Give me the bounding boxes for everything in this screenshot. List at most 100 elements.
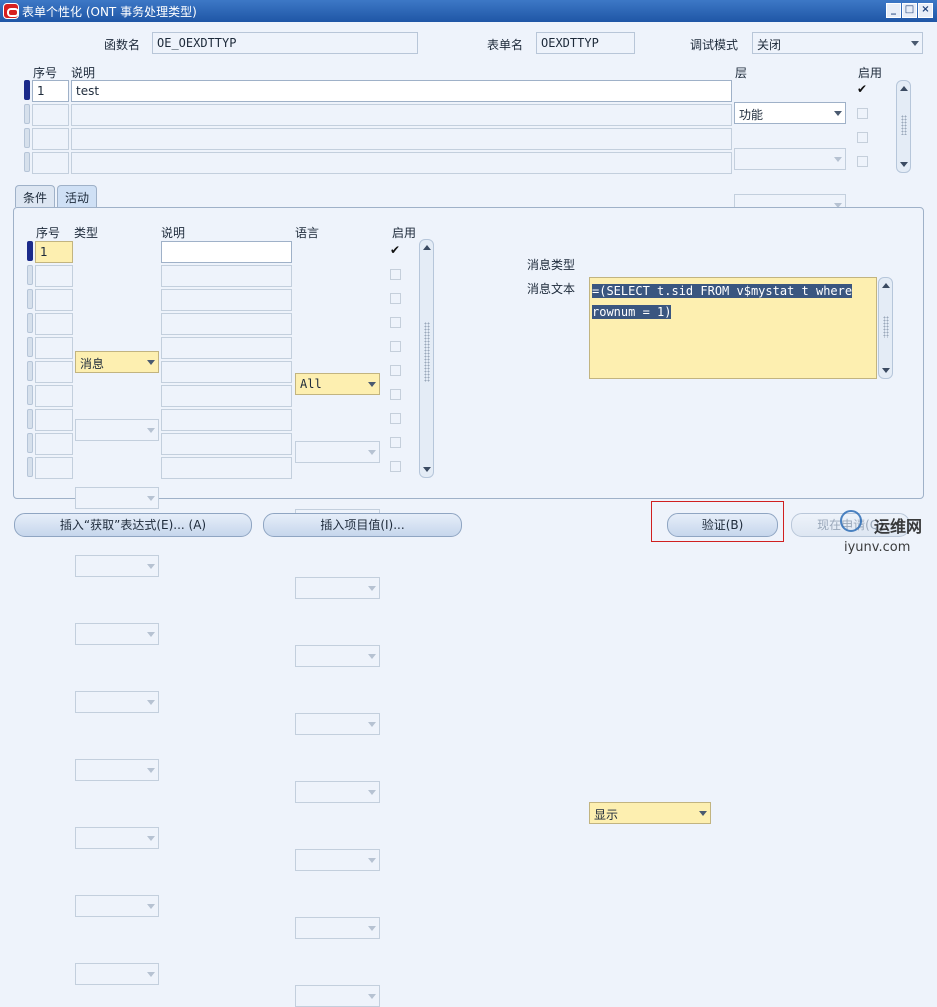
actions-desc-field[interactable] <box>161 337 292 359</box>
actions-type-select[interactable] <box>75 487 159 509</box>
actions-desc-field[interactable] <box>161 361 292 383</box>
rules-level-select[interactable] <box>734 148 846 170</box>
rules-desc-field[interactable] <box>71 152 732 174</box>
actions-row-marker[interactable] <box>27 337 33 357</box>
actions-row-marker[interactable] <box>27 433 33 453</box>
actions-type-select[interactable] <box>75 691 159 713</box>
rules-scrollbar[interactable] <box>896 80 911 173</box>
actions-enabled-checkbox[interactable] <box>390 341 401 352</box>
validate-button[interactable]: 验证(B) <box>667 513 778 537</box>
rules-desc-field[interactable]: test <box>71 80 732 102</box>
minimize-button[interactable]: _ <box>886 3 901 18</box>
actions-enabled-checkbox[interactable] <box>390 317 401 328</box>
rules-desc-field[interactable] <box>71 104 732 126</box>
rules-seq-field[interactable] <box>32 104 69 126</box>
close-button[interactable]: × <box>918 3 933 18</box>
rules-enabled-checkbox[interactable]: ✔ <box>857 83 868 95</box>
actions-enabled-checkbox[interactable] <box>390 437 401 448</box>
actions-desc-field[interactable] <box>161 313 292 335</box>
scroll-grip-icon[interactable] <box>424 322 430 382</box>
actions-enabled-checkbox[interactable]: ✔ <box>390 244 401 256</box>
actions-lang-select[interactable] <box>295 577 380 599</box>
actions-row-marker[interactable] <box>27 241 33 261</box>
actions-desc-field[interactable] <box>161 289 292 311</box>
actions-lang-select[interactable] <box>295 441 380 463</box>
scroll-down-icon[interactable] <box>423 467 431 472</box>
actions-lang-select[interactable] <box>295 713 380 735</box>
actions-enabled-checkbox[interactable] <box>390 413 401 424</box>
message-text-area[interactable]: =(SELECT t.sid FROM v$mystat t where row… <box>589 277 877 379</box>
scroll-up-icon[interactable] <box>900 86 908 91</box>
actions-seq-field[interactable] <box>35 361 73 383</box>
rules-enabled-checkbox[interactable] <box>857 108 868 119</box>
scroll-grip-icon[interactable] <box>901 115 907 135</box>
scroll-down-icon[interactable] <box>900 162 908 167</box>
actions-row-marker[interactable] <box>27 409 33 429</box>
actions-scrollbar[interactable] <box>419 239 434 478</box>
rules-row-marker[interactable] <box>24 152 30 172</box>
actions-row-marker[interactable] <box>27 313 33 333</box>
actions-enabled-checkbox[interactable] <box>390 461 401 472</box>
actions-lang-select[interactable] <box>295 917 380 939</box>
actions-row-marker[interactable] <box>27 265 33 285</box>
actions-seq-field[interactable] <box>35 433 73 455</box>
actions-enabled-checkbox[interactable] <box>390 389 401 400</box>
actions-seq-field[interactable]: 1 <box>35 241 73 263</box>
actions-seq-field[interactable] <box>35 265 73 287</box>
form-name-field[interactable]: OEXDTTYP <box>536 32 635 54</box>
message-type-select[interactable]: 显示 <box>589 802 711 824</box>
actions-type-select[interactable] <box>75 759 159 781</box>
actions-lang-select[interactable] <box>295 849 380 871</box>
rules-level-select[interactable]: 功能 <box>734 102 846 124</box>
insert-get-expression-button[interactable]: 插入“获取”表达式(E)... (A) <box>14 513 252 537</box>
rules-row-marker[interactable] <box>24 80 30 100</box>
actions-type-select[interactable] <box>75 827 159 849</box>
title-bar[interactable]: 表单个性化 (ONT 事务处理类型) _ □ × <box>0 0 937 22</box>
actions-type-select[interactable] <box>75 963 159 985</box>
actions-lang-select[interactable] <box>295 985 380 1007</box>
actions-type-select[interactable] <box>75 895 159 917</box>
actions-seq-field[interactable] <box>35 457 73 479</box>
actions-row-marker[interactable] <box>27 457 33 477</box>
actions-row-marker[interactable] <box>27 289 33 309</box>
actions-seq-field[interactable] <box>35 409 73 431</box>
maximize-button[interactable]: □ <box>902 3 917 18</box>
rules-row-marker[interactable] <box>24 104 30 124</box>
scroll-grip-icon[interactable] <box>883 316 889 338</box>
tab-actions[interactable]: 活动 <box>57 185 98 207</box>
actions-row-marker[interactable] <box>27 385 33 405</box>
actions-lang-select[interactable] <box>295 781 380 803</box>
actions-row-marker[interactable] <box>27 361 33 381</box>
actions-desc-field[interactable] <box>161 265 292 287</box>
debug-mode-select[interactable]: 关闭 <box>752 32 923 54</box>
rules-seq-field[interactable] <box>32 128 69 150</box>
rules-seq-field[interactable]: 1 <box>32 80 69 102</box>
actions-seq-field[interactable] <box>35 289 73 311</box>
scroll-up-icon[interactable] <box>882 283 890 288</box>
scroll-up-icon[interactable] <box>423 245 431 250</box>
actions-enabled-checkbox[interactable] <box>390 293 401 304</box>
rules-enabled-checkbox[interactable] <box>857 132 868 143</box>
actions-lang-select[interactable] <box>295 645 380 667</box>
actions-type-select[interactable]: 消息 <box>75 351 159 373</box>
actions-desc-field[interactable] <box>161 385 292 407</box>
rules-row-marker[interactable] <box>24 128 30 148</box>
message-text-scrollbar[interactable] <box>878 277 893 379</box>
actions-desc-field[interactable] <box>161 457 292 479</box>
actions-type-select[interactable] <box>75 623 159 645</box>
actions-lang-select[interactable]: All <box>295 373 380 395</box>
actions-desc-field[interactable] <box>161 241 292 263</box>
actions-type-select[interactable] <box>75 419 159 441</box>
rules-seq-field[interactable] <box>32 152 69 174</box>
actions-seq-field[interactable] <box>35 313 73 335</box>
function-name-field[interactable]: OE_OEXDTTYP <box>152 32 418 54</box>
actions-type-select[interactable] <box>75 555 159 577</box>
actions-seq-field[interactable] <box>35 385 73 407</box>
tab-conditions[interactable]: 条件 <box>15 185 56 207</box>
rules-desc-field[interactable] <box>71 128 732 150</box>
actions-enabled-checkbox[interactable] <box>390 365 401 376</box>
insert-item-value-button[interactable]: 插入项目值(I)... <box>263 513 462 537</box>
actions-enabled-checkbox[interactable] <box>390 269 401 280</box>
actions-seq-field[interactable] <box>35 337 73 359</box>
scroll-down-icon[interactable] <box>882 368 890 373</box>
